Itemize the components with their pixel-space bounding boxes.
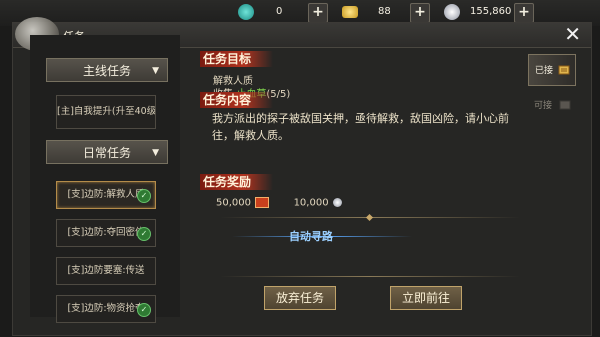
bottom-divider (220, 276, 520, 277)
complete-check-icon: ✓ (137, 189, 151, 203)
list-item[interactable]: [支]边防:夺回密信 ✓ (56, 219, 156, 247)
exp-ticket-icon (255, 197, 270, 208)
auto-pathfind-link[interactable]: 自动寻路 (232, 228, 412, 244)
add-jade-button[interactable]: + (308, 3, 328, 23)
autopath-label: 自动寻路 (289, 230, 333, 243)
reward-header: 任务奖励 (200, 174, 273, 190)
goal-header: 任务目标 (200, 51, 273, 67)
reward-line: 50,000 10,000 (216, 197, 342, 209)
daily-quest-label: [支]边防:夺回密信 (67, 227, 145, 238)
category-main-label: 主线任务 (82, 64, 131, 78)
scroll-icon (558, 65, 570, 75)
list-item[interactable]: [支]边防要塞:传送 (56, 257, 156, 285)
reward-exp-value: 50,000 (216, 197, 251, 209)
silver-coin-icon (444, 4, 460, 20)
list-item[interactable]: [支]边防:物资抢夺 ✓ (56, 295, 156, 323)
content-text: 我方派出的探子被敌国关押，亟待解救，敌国凶险，请小心前往，解救人质。 (212, 112, 509, 142)
reward-silver-value: 10,000 (293, 197, 329, 209)
main-quest-label: [主]自我提升(升至40级) (57, 106, 156, 117)
add-gold-button[interactable]: + (410, 3, 430, 23)
daily-quest-label: [支]边防:解救人质 (67, 189, 145, 200)
jade-value: 0 (276, 6, 283, 17)
category-daily-button[interactable]: 日常任务 ▼ (46, 140, 168, 164)
tab-accepted-label: 已接 (535, 66, 554, 76)
silver-coin-icon (332, 198, 342, 207)
quest-list-panel: 主线任务 ▼ [主]自我提升(升至40级) 日常任务 ▼ [支]边防:解救人质 … (30, 35, 180, 323)
category-main-button[interactable]: 主线任务 ▼ (46, 58, 168, 82)
close-button[interactable]: ✕ (564, 22, 581, 46)
add-silver-button[interactable]: + (514, 3, 534, 23)
gold-value: 88 (378, 6, 391, 17)
category-daily-label: 日常任务 (82, 146, 131, 160)
triangle-down-icon: ▼ (152, 66, 159, 76)
silver-value: 155,860 (470, 6, 512, 17)
tab-available[interactable]: 可接 (528, 90, 576, 122)
tab-available-label: 可接 (534, 101, 553, 111)
abandon-quest-button[interactable]: 放弃任务 (264, 286, 336, 310)
list-item[interactable]: [主]自我提升(升至40级) (56, 95, 156, 129)
daily-quest-label: [支]边防:物资抢夺 (67, 303, 145, 314)
jade-icon (238, 4, 254, 20)
list-item[interactable]: [支]边防:解救人质 ✓ (56, 181, 156, 209)
complete-check-icon: ✓ (137, 303, 151, 317)
goto-now-button[interactable]: 立即前往 (390, 286, 462, 310)
scroll-icon (559, 100, 571, 110)
tab-accepted[interactable]: 已接 (528, 54, 576, 86)
triangle-down-icon: ▼ (152, 148, 159, 158)
content-header: 任务内容 (200, 92, 273, 108)
gold-ingot-icon (342, 6, 358, 18)
complete-check-icon: ✓ (137, 227, 151, 241)
daily-quest-label: [支]边防要塞:传送 (67, 265, 145, 276)
